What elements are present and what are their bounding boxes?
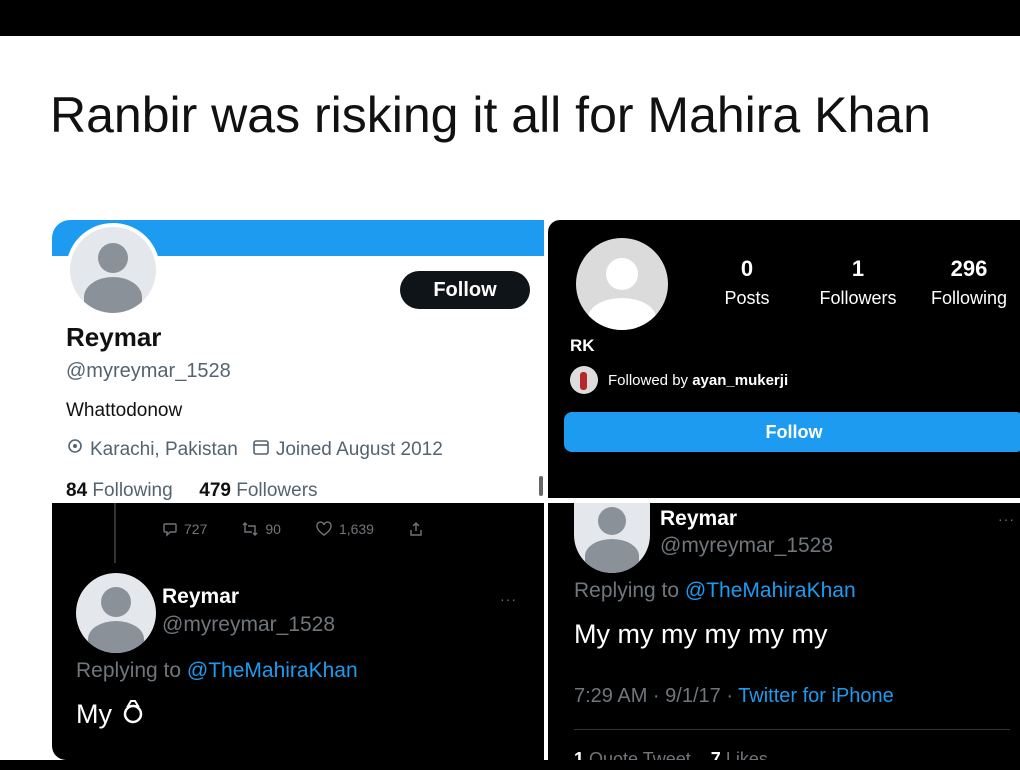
- tweet-text: My: [76, 697, 146, 732]
- profile-joined: Joined August 2012: [275, 439, 443, 460]
- follow-button[interactable]: Follow: [564, 412, 1020, 452]
- profile-location: Karachi, Pakistan: [90, 439, 238, 460]
- share-icon: [410, 522, 422, 536]
- avatar[interactable]: [574, 503, 650, 573]
- posts-label: Posts: [724, 288, 770, 308]
- avatar[interactable]: [76, 573, 156, 653]
- follow-button[interactable]: Follow: [400, 271, 530, 309]
- bottom-bar: [0, 760, 1020, 769]
- profile-name: RK: [570, 336, 595, 355]
- calendar-icon: [252, 438, 270, 462]
- tweet-meta: 7:29 AM · 9/1/17 · Twitter for iPhone: [574, 685, 894, 708]
- more-icon[interactable]: ···: [998, 511, 1015, 527]
- replying-to: Replying to @TheMahiraKhan: [76, 659, 358, 683]
- ring-icon: [120, 697, 146, 732]
- profile-name: Reymar: [66, 322, 162, 352]
- avatar[interactable]: [66, 223, 160, 317]
- replying-prefix: Replying to: [76, 659, 182, 682]
- mutual-avatar: [570, 366, 598, 394]
- tweet-reply-card: 727 90 1,639 Reymar @myreymar_1528 ··· R…: [52, 503, 544, 760]
- tweet-author-name: Reymar: [162, 585, 240, 608]
- followers-count: 1: [851, 256, 865, 281]
- followers-stat[interactable]: 1 Followers: [803, 256, 913, 309]
- tweet-author-name: Reymar: [660, 507, 738, 530]
- more-icon[interactable]: ···: [500, 591, 517, 607]
- mention-link[interactable]: @TheMahiraKhan: [685, 579, 856, 602]
- following-stat[interactable]: 296 Following: [914, 256, 1020, 309]
- like-action[interactable]: 1,639: [315, 521, 374, 537]
- profile-stats: 84 Following 479 Followers: [66, 480, 318, 500]
- following-count[interactable]: 84: [66, 480, 87, 500]
- reply-icon: [163, 523, 177, 537]
- followers-label[interactable]: Followers: [236, 480, 317, 500]
- profile-handle: @myreymar_1528: [66, 360, 231, 382]
- followed-by[interactable]: Followed by ayan_mukerji: [570, 366, 788, 394]
- retweet-count: 90: [265, 521, 281, 537]
- instagram-profile-card: 0 Posts 1 Followers 296 Following RK Fol…: [548, 220, 1020, 498]
- profile-meta: Karachi, Pakistan Joined August 2012: [66, 438, 443, 462]
- location-icon: [66, 438, 84, 462]
- heart-icon: [316, 521, 332, 536]
- reply-count: 727: [184, 521, 208, 537]
- replying-to: Replying to @TheMahiraKhan: [574, 579, 856, 603]
- avatar[interactable]: [576, 238, 668, 330]
- following-label: Following: [930, 288, 1008, 308]
- tweet-text: My my my my my my: [574, 619, 828, 649]
- following-label[interactable]: Following: [92, 480, 172, 500]
- followers-count[interactable]: 479: [199, 480, 231, 500]
- tweet-detail-card: Reymar @myreymar_1528 ··· Replying to @T…: [548, 503, 1020, 769]
- posts-stat[interactable]: 0 Posts: [692, 256, 802, 309]
- tweet-source[interactable]: Twitter for iPhone: [738, 685, 894, 707]
- headline: Ranbir was risking it all for Mahira Kha…: [50, 87, 931, 143]
- posts-count: 0: [740, 256, 754, 281]
- tweet-text-content: My: [76, 699, 112, 729]
- scrollbar[interactable]: [539, 476, 543, 496]
- thread-line: [114, 503, 116, 563]
- followed-by-prefix: Followed by: [608, 371, 689, 389]
- twitter-profile-card: Follow Reymar @myreymar_1528 Whattodonow…: [52, 220, 544, 500]
- tweet-author-handle: @myreymar_1528: [660, 534, 834, 557]
- reply-action[interactable]: 727: [162, 521, 207, 537]
- retweet-action[interactable]: 90: [241, 521, 281, 537]
- following-count: 296: [950, 256, 988, 281]
- followers-label: Followers: [819, 288, 897, 308]
- divider: [574, 729, 1010, 730]
- retweet-icon: [242, 522, 258, 536]
- followed-by-user: ayan_mukerji: [692, 371, 789, 389]
- replying-prefix: Replying to: [574, 579, 680, 602]
- like-count: 1,639: [338, 521, 374, 537]
- profile-bio: Whattodonow: [66, 400, 183, 421]
- tweet-author-handle: @myreymar_1528: [162, 613, 336, 636]
- tweet-actions: 727 90 1,639: [162, 521, 424, 537]
- share-action[interactable]: [408, 521, 424, 537]
- tweet-timestamp[interactable]: 7:29 AM · 9/1/17 ·: [574, 685, 738, 707]
- mention-link[interactable]: @TheMahiraKhan: [187, 659, 358, 682]
